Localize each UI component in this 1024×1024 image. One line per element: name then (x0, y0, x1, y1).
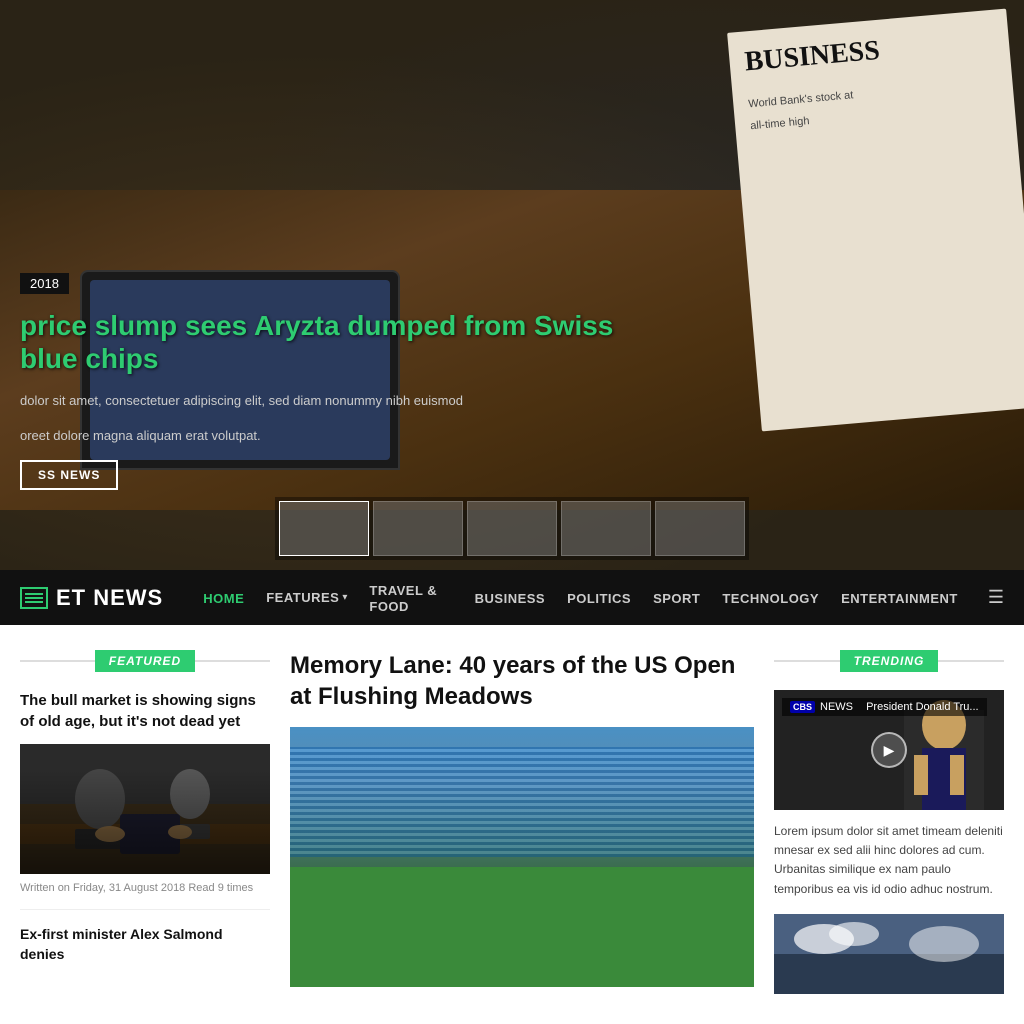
trending-column: TRENDING CBS NEWS President Don (774, 650, 1004, 994)
nav-link-politics[interactable]: POLITICS (567, 591, 631, 606)
chevron-down-icon: ▾ (342, 592, 347, 603)
nav-link-features[interactable]: FEATURES (266, 590, 339, 605)
logo-icon (20, 587, 48, 609)
nav-features-wrapper[interactable]: FEATURES ▾ (266, 590, 347, 605)
hero-thumb-1[interactable] (279, 501, 369, 556)
nav-item-business[interactable]: BUSINESS (475, 590, 545, 606)
nav-link-home[interactable]: HOME (203, 591, 244, 606)
stadium-seats (290, 747, 754, 857)
nav-item-entertainment[interactable]: ENTERTAINMENT (841, 590, 958, 606)
hero-date-badge: 2018 (20, 273, 69, 294)
trending-image2[interactable] (774, 914, 1004, 994)
main-article-title[interactable]: Memory Lane: 40 years of the US Open at … (290, 650, 754, 712)
hamburger-icon[interactable]: ☰ (988, 587, 1004, 608)
nav-item-technology[interactable]: TECHNOLOGY (722, 590, 819, 606)
main-content: FEATURED The bull market is showing sign… (0, 625, 1024, 1024)
trending-header-line-left (774, 660, 840, 662)
nav-item-travel-food[interactable]: TRAVEL & FOOD (369, 582, 452, 614)
hero-thumbnail-strip (275, 497, 749, 560)
trending-img2-svg (774, 914, 1004, 994)
hero-content: 2018 price slump sees Aryzta dumped from… (0, 273, 650, 490)
hero-thumb-5[interactable] (655, 501, 745, 556)
featured-badge: FEATURED (95, 650, 195, 672)
content-grid: FEATURED The bull market is showing sign… (20, 650, 1004, 994)
logo[interactable]: ET NEWS (20, 585, 163, 611)
trending-video[interactable]: CBS NEWS President Donald Tru... ▶ (774, 690, 1004, 810)
featured-article2-title[interactable]: Ex-first minister Alex Salmond denies (20, 925, 270, 964)
navbar: ET NEWS HOME FEATURES ▾ TRAVEL & FOOD BU… (0, 570, 1024, 625)
hero-excerpt-line1: dolor sit amet, consectetuer adipiscing … (20, 391, 630, 411)
hero-thumb-4[interactable] (561, 501, 651, 556)
trending-description: Lorem ipsum dolor sit amet timeam deleni… (774, 822, 1004, 899)
featured-column: FEATURED The bull market is showing sign… (20, 650, 270, 994)
nav-link-business[interactable]: BUSINESS (475, 591, 545, 606)
featured-section-header: FEATURED (20, 650, 270, 672)
image-overlay (20, 770, 270, 874)
nav-link-entertainment[interactable]: ENTERTAINMENT (841, 591, 958, 606)
trending-badge: TRENDING (840, 650, 939, 672)
header-line-right (195, 660, 270, 662)
hero-thumb-3[interactable] (467, 501, 557, 556)
nav-item-sport[interactable]: SPORT (653, 590, 700, 606)
trending-section-header: TRENDING (774, 650, 1004, 672)
nav-link-technology[interactable]: TECHNOLOGY (722, 591, 819, 606)
hero-title: price slump sees Aryzta dumped from Swis… (20, 309, 630, 376)
logo-text: ET NEWS (56, 585, 163, 611)
header-line-left (20, 660, 95, 662)
main-article-image[interactable]: CHASE LACOSTE EMIRATES ROLEX (290, 727, 754, 987)
hero-read-more-button[interactable]: SS NEWS (20, 460, 118, 490)
hero-newspaper: BUSINESS World Bank's stock at all-time … (727, 9, 1024, 432)
logo-line-3 (25, 601, 43, 603)
nav-item-home[interactable]: HOME (203, 590, 244, 606)
nav-item-politics[interactable]: POLITICS (567, 590, 631, 606)
nav-link-sport[interactable]: SPORT (653, 591, 700, 606)
logo-line-1 (25, 593, 43, 595)
hero-thumb-2[interactable] (373, 501, 463, 556)
nav-item-features[interactable]: FEATURES ▾ (266, 590, 347, 605)
hero-section: BUSINESS World Bank's stock at all-time … (0, 0, 1024, 570)
navbar-nav: HOME FEATURES ▾ TRAVEL & FOOD BUSINESS P… (203, 582, 958, 614)
nav-link-travel-food[interactable]: TRAVEL & FOOD (369, 583, 437, 614)
logo-line-2 (25, 597, 43, 599)
featured-article1-image[interactable] (20, 744, 270, 874)
main-article-column: Memory Lane: 40 years of the US Open at … (290, 650, 754, 994)
featured-article1-title[interactable]: The bull market is showing signs of old … (20, 690, 270, 732)
trending-header-line-right (938, 660, 1004, 662)
video-play-button[interactable]: ▶ (871, 732, 907, 768)
hero-excerpt-line2: oreet dolore magna aliquam erat volutpat… (20, 426, 630, 446)
featured-article1-meta: Written on Friday, 31 August 2018 Read 9… (20, 882, 270, 910)
video-play-overlay[interactable]: ▶ (774, 690, 1004, 810)
